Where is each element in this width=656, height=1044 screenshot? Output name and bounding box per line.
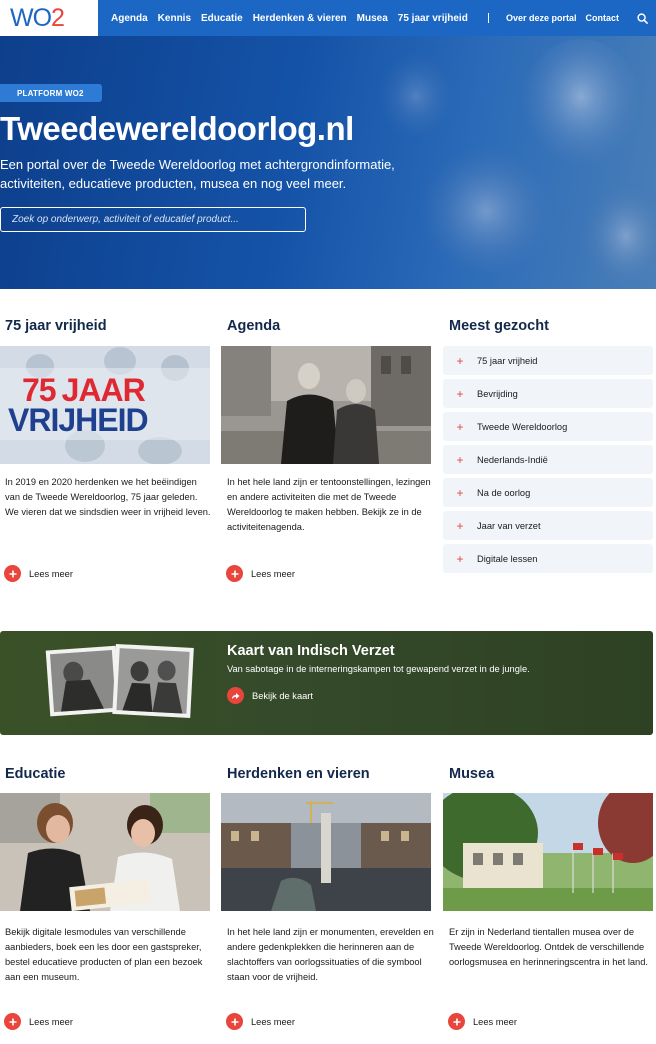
plus-icon: + bbox=[456, 419, 464, 434]
section-title: Herdenken en vieren bbox=[227, 766, 370, 782]
list-item-label: Bevrijding bbox=[477, 388, 518, 399]
image-herdenken[interactable] bbox=[221, 793, 431, 911]
section-75-jaar: 75 jaar vrijheid bbox=[0, 318, 107, 334]
nav-divider bbox=[488, 13, 489, 23]
section-title: Musea bbox=[449, 766, 495, 782]
section-title: Educatie bbox=[5, 766, 66, 782]
list-item-label: Jaar van verzet bbox=[477, 520, 541, 531]
list-item[interactable]: + Tweede Wereldoorlog bbox=[443, 412, 653, 441]
logo-word-vrijheid: VRIJHEID bbox=[8, 402, 149, 438]
plus-icon: + bbox=[456, 386, 464, 401]
vrijheid-logo-text: 75 JAAR VRIJHEID bbox=[0, 346, 210, 464]
nav-link-agenda[interactable]: Agenda bbox=[111, 13, 148, 24]
list-item-label: Nederlands-Indië bbox=[477, 454, 548, 465]
nav-link-educatie[interactable]: Educatie bbox=[201, 13, 243, 24]
section-meest-gezocht: Meest gezocht bbox=[444, 318, 549, 334]
hero-banner: PLATFORM WO2 Tweedewereldoorlog.nl Een p… bbox=[0, 36, 656, 289]
section-text: In het hele land zijn er tentoonstelling… bbox=[227, 477, 431, 532]
nav-link-musea[interactable]: Musea bbox=[357, 13, 388, 24]
image-musea[interactable] bbox=[443, 793, 653, 911]
section-agenda: Agenda bbox=[222, 318, 280, 334]
logo-wo: WO bbox=[10, 3, 52, 32]
main-menu: Agenda Kennis Educatie Herdenken & viere… bbox=[111, 13, 478, 24]
nav-link-over[interactable]: Over deze portal bbox=[506, 13, 577, 23]
plus-icon: + bbox=[456, 551, 464, 566]
educatie-photo bbox=[0, 793, 210, 911]
list-item[interactable]: + Digitale lessen bbox=[443, 544, 653, 573]
platform-badge: PLATFORM WO2 bbox=[0, 84, 102, 102]
kaart-indisch-verzet-banner[interactable]: Kaart van Indisch Verzet Van sabotage in… bbox=[0, 631, 653, 735]
nav-link-75-jaar[interactable]: 75 jaar vrijheid bbox=[398, 13, 468, 24]
top-navigation: WO 2 Agenda Kennis Educatie Herdenken & v… bbox=[0, 0, 656, 36]
list-item[interactable]: + Jaar van verzet bbox=[443, 511, 653, 540]
bekijk-kaart-link[interactable]: Bekijk de kaart bbox=[227, 687, 313, 704]
hero-subtitle: Een portal over de Tweede Wereldoorlog m… bbox=[0, 157, 395, 191]
hero-content: PLATFORM WO2 Tweedewereldoorlog.nl Een p… bbox=[0, 36, 656, 289]
lees-meer-label: Lees meer bbox=[251, 1016, 295, 1027]
lees-meer-label: Lees meer bbox=[29, 568, 73, 579]
section-herdenken: Herdenken en vieren bbox=[222, 766, 370, 782]
nav-link-herdenken[interactable]: Herdenken & vieren bbox=[253, 13, 347, 24]
plus-icon: + bbox=[456, 518, 464, 533]
lees-meer-link[interactable]: Lees meer bbox=[448, 1013, 517, 1030]
list-item-label: Na de oorlog bbox=[477, 487, 531, 498]
plus-icon bbox=[226, 1013, 243, 1030]
nav-link-kennis[interactable]: Kennis bbox=[158, 13, 191, 24]
lees-meer-link[interactable]: Lees meer bbox=[226, 565, 295, 582]
nav-link-contact[interactable]: Contact bbox=[586, 13, 620, 23]
banner-title: Kaart van Indisch Verzet bbox=[227, 643, 395, 659]
herdenken-photo bbox=[221, 793, 431, 911]
section-text: Bekijk digitale lesmodules van verschill… bbox=[5, 927, 203, 982]
section-title: Agenda bbox=[227, 318, 281, 334]
lees-meer-label: Lees meer bbox=[473, 1016, 517, 1027]
list-item-label: 75 jaar vrijheid bbox=[477, 355, 538, 366]
plus-icon: + bbox=[456, 485, 464, 500]
agenda-photo bbox=[221, 346, 431, 464]
plus-icon bbox=[226, 565, 243, 582]
lees-meer-link[interactable]: Lees meer bbox=[4, 1013, 73, 1030]
bekijk-kaart-label: Bekijk de kaart bbox=[252, 690, 313, 701]
lees-meer-link[interactable]: Lees meer bbox=[4, 565, 73, 582]
banner-subtitle: Van sabotage in de interneringskampen to… bbox=[227, 664, 530, 674]
image-educatie[interactable] bbox=[0, 793, 210, 911]
list-item[interactable]: + Nederlands-Indië bbox=[443, 445, 653, 474]
image-agenda[interactable] bbox=[221, 346, 431, 464]
lees-meer-link[interactable]: Lees meer bbox=[226, 1013, 295, 1030]
section-title: Meest gezocht bbox=[449, 318, 549, 334]
list-item-label: Digitale lessen bbox=[477, 553, 538, 564]
logo-2: 2 bbox=[51, 3, 65, 32]
section-musea: Musea bbox=[444, 766, 494, 782]
page-title: Tweedewereldoorlog.nl bbox=[0, 110, 354, 147]
search-input[interactable] bbox=[0, 207, 306, 232]
list-item[interactable]: + Bevrijding bbox=[443, 379, 653, 408]
plus-icon bbox=[4, 565, 21, 582]
site-logo[interactable]: WO 2 bbox=[0, 0, 98, 36]
section-educatie: Educatie bbox=[0, 766, 65, 782]
secondary-menu: Over deze portal Contact bbox=[506, 0, 656, 36]
plus-icon bbox=[448, 1013, 465, 1030]
section-title: 75 jaar vrijheid bbox=[5, 318, 107, 334]
list-item[interactable]: +75 jaar vrijheid bbox=[443, 346, 653, 375]
section-text: Er zijn in Nederland tientallen musea ov… bbox=[449, 927, 648, 967]
meest-gezocht-list: +75 jaar vrijheid + Bevrijding + Tweede We… bbox=[443, 346, 653, 577]
banner-photos bbox=[45, 643, 194, 718]
section-text: In het hele land zijn er monumenten, ere… bbox=[227, 927, 434, 982]
section-text: In 2019 en 2020 herdenken we het beëindi… bbox=[5, 477, 211, 517]
lees-meer-label: Lees meer bbox=[251, 568, 295, 579]
musea-photo bbox=[443, 793, 653, 911]
search-icon[interactable] bbox=[628, 0, 656, 36]
plus-icon: + bbox=[456, 452, 464, 467]
plus-icon: + bbox=[456, 353, 464, 368]
lees-meer-label: Lees meer bbox=[29, 1016, 73, 1027]
share-arrow-icon bbox=[227, 687, 244, 704]
list-item-label: Tweede Wereldoorlog bbox=[477, 421, 568, 432]
image-75-jaar-vrijheid[interactable]: 75 JAAR VRIJHEID bbox=[0, 346, 210, 464]
plus-icon bbox=[4, 1013, 21, 1030]
list-item[interactable]: + Na de oorlog bbox=[443, 478, 653, 507]
